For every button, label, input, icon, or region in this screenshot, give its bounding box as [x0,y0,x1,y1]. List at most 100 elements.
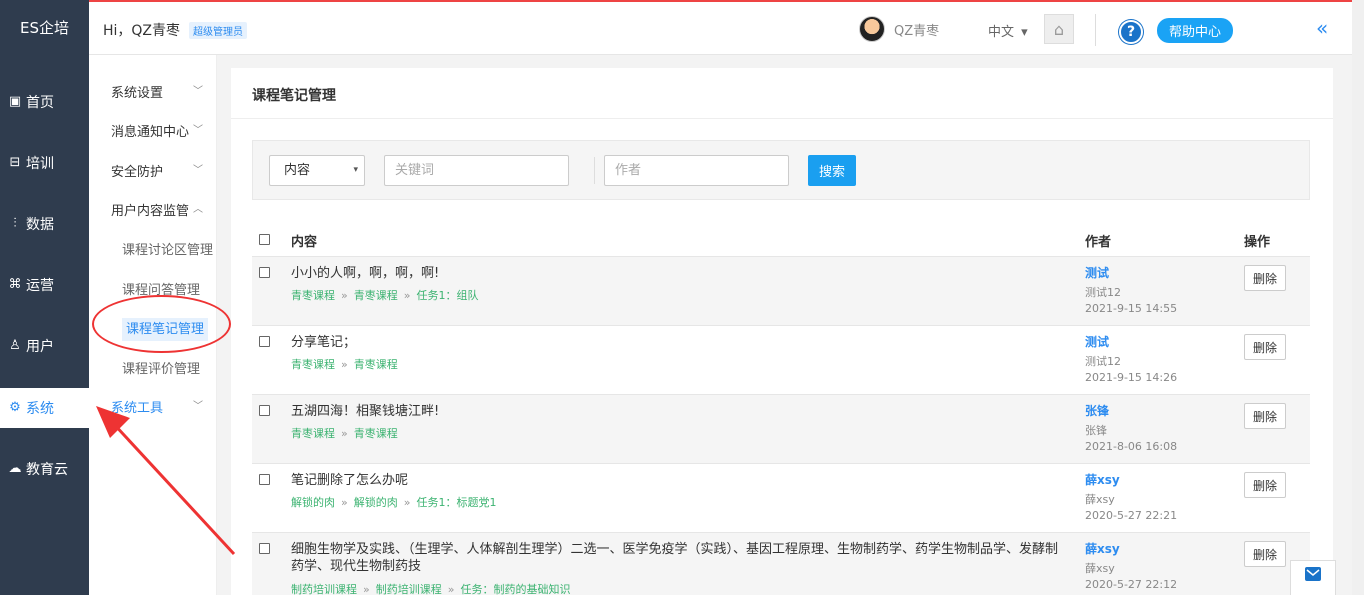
sidebar-item-data[interactable]: ⫶ 数据 [0,204,89,244]
main-panel: 课程笔记管理 内容 ▾ 关键词 作者 搜索 内容 作者 操作 小小的人啊，啊，啊… [231,68,1333,595]
sidebar-item-label: 培训 [26,156,54,172]
menu-group-content-supervision[interactable]: 用户内容监管 ︿ [89,200,217,219]
brand-logo[interactable]: ES企培 [0,0,89,55]
avatar[interactable] [859,16,885,42]
note-timestamp: 2020-5-27 22:12 [1085,578,1178,591]
sidebar-item-edu-cloud[interactable]: ☁ 教育云 [0,449,89,489]
note-breadcrumb: 青枣课程 » 青枣课程 » 任务1：组队 [291,287,478,303]
collapse-sidebar-icon[interactable]: « [1316,16,1328,40]
row-checkbox[interactable] [259,405,270,416]
top-header: Hi，QZ青枣 超级管理员 QZ青枣 中文 ▾ ⌂ ? 帮助中心 « [89,0,1364,55]
help-question-icon[interactable]: ? [1119,20,1143,44]
sidebar-item-label: 首页 [26,95,54,111]
content-type-select[interactable]: 内容 ▾ [269,155,365,186]
note-breadcrumb: 解锁的肉 » 解锁的肉 » 任务1：标题党1 [291,494,496,510]
chevron-up-icon: ︿ [193,204,203,215]
cloud-icon: ☁ [8,461,22,476]
help-center-button[interactable]: 帮助中心 [1157,18,1234,43]
note-content: 小小的人啊，啊，啊，啊! [291,266,440,281]
crumb-link[interactable]: 任务：制药的基础知识 [460,583,570,595]
gear-icon: ⚙ [9,400,21,415]
crumb-link[interactable]: 青枣课程 [291,427,335,440]
chevron-down-icon: ▾ [1021,25,1028,40]
command-icon: ⌘ [8,277,22,292]
author-input[interactable]: 作者 [604,155,789,186]
monitor-icon: ▣ [8,94,22,109]
menu-group-system-settings[interactable]: 系统设置 ﹀ [89,82,217,101]
author-link[interactable]: 薛xsy [1085,471,1120,488]
author-username: 张锋 [1085,424,1107,437]
page-scrollbar[interactable] [1352,0,1364,595]
crumb-link[interactable]: 青枣课程 [354,358,398,371]
sidebar-item-training[interactable]: ⊟ 培训 [0,143,89,183]
chevron-down-icon: ▾ [353,165,358,175]
home-icon: ⌂ [1053,19,1065,39]
menu-group-notification-center[interactable]: 消息通知中心 ﹀ [89,121,217,140]
role-badge: 超级管理员 [189,22,247,39]
crumb-separator: » [403,289,411,302]
chart-icon: ⫶ [13,216,17,231]
sidebar-item-system[interactable]: ⚙ 系统 [0,388,89,428]
chevron-down-icon: ﹀ [193,86,203,97]
crumb-separator: » [403,496,411,509]
language-select[interactable]: 中文 ▾ [988,21,1028,40]
crumb-separator: » [363,583,370,595]
crumb-link[interactable]: 青枣课程 [291,358,335,371]
sidebar-item-operations[interactable]: ⌘ 运营 [0,265,89,305]
note-timestamp: 2021-8-06 16:08 [1085,440,1178,453]
menu-group-security[interactable]: 安全防护 ﹀ [89,161,217,180]
crumb-link[interactable]: 制药培训课程 [291,583,357,595]
author-link[interactable]: 测试 [1085,264,1109,281]
search-button[interactable]: 搜索 [808,155,856,186]
crumb-link[interactable]: 制药培训课程 [376,583,442,595]
sidebar-item-users[interactable]: ♙ 用户 [0,326,89,366]
home-button[interactable]: ⌂ [1044,14,1074,44]
feedback-button[interactable] [1290,560,1336,595]
table-row: 笔记删除了怎么办呢 解锁的肉 » 解锁的肉 » 任务1：标题党1 薛xsy 薛xsy 2… [252,463,1310,532]
crumb-separator: » [341,496,348,509]
crumb-link[interactable]: 解锁的肉 [354,496,398,509]
keyword-input[interactable]: 关键词 [384,155,569,186]
delete-button[interactable]: 删除 [1244,472,1286,498]
column-header-action: 操作 [1244,235,1271,250]
note-breadcrumb: 青枣课程 » 青枣课程 [291,425,398,441]
sidebar-item-label: 系统 [26,401,54,417]
annotation-arrow [96,406,236,556]
crumb-link[interactable]: 任务1：组队 [416,289,478,302]
delete-button[interactable]: 删除 [1244,334,1286,360]
crumb-link[interactable]: 任务1：标题党1 [416,496,496,509]
author-link[interactable]: 张锋 [1085,402,1109,419]
column-header-content: 内容 [291,235,318,250]
sidebar-item-home[interactable]: ▣ 首页 [0,82,89,122]
sidebar-item-label: 数据 [26,217,54,233]
menu-item-label: 课程讨论区管理 [122,243,214,258]
note-content: 分享笔记； [291,335,357,350]
username[interactable]: QZ青枣 [894,20,939,39]
author-link[interactable]: 测试 [1085,333,1109,350]
crumb-separator: » [341,427,348,440]
menu-item-discussion-management[interactable]: 课程讨论区管理 [89,239,217,258]
crumb-separator: » [341,289,348,302]
chevron-down-icon: ﹀ [193,165,203,176]
note-content: 笔记删除了怎么办呢 [291,473,409,488]
delete-button[interactable]: 删除 [1244,265,1286,291]
crumb-link[interactable]: 青枣课程 [354,289,398,302]
greeting-text: Hi，QZ青枣 [103,23,181,39]
row-checkbox[interactable] [259,543,270,554]
row-checkbox[interactable] [259,267,270,278]
select-all-checkbox[interactable] [259,234,270,245]
mail-icon [1305,567,1321,581]
author-link[interactable]: 薛xsy [1085,540,1120,557]
author-username: 薛xsy [1085,562,1115,575]
crumb-link[interactable]: 青枣课程 [354,427,398,440]
note-content: 五湖四海！相聚钱塘江畔! [291,404,440,419]
delete-button[interactable]: 删除 [1244,403,1286,429]
row-checkbox[interactable] [259,474,270,485]
row-checkbox[interactable] [259,336,270,347]
delete-button[interactable]: 删除 [1244,541,1286,567]
note-timestamp: 2021-9-15 14:55 [1085,302,1178,315]
menu-item-review-management[interactable]: 课程评价管理 [89,358,217,377]
crumb-link[interactable]: 青枣课程 [291,289,335,302]
crumb-link[interactable]: 解锁的肉 [291,496,335,509]
select-value: 内容 [284,163,311,178]
